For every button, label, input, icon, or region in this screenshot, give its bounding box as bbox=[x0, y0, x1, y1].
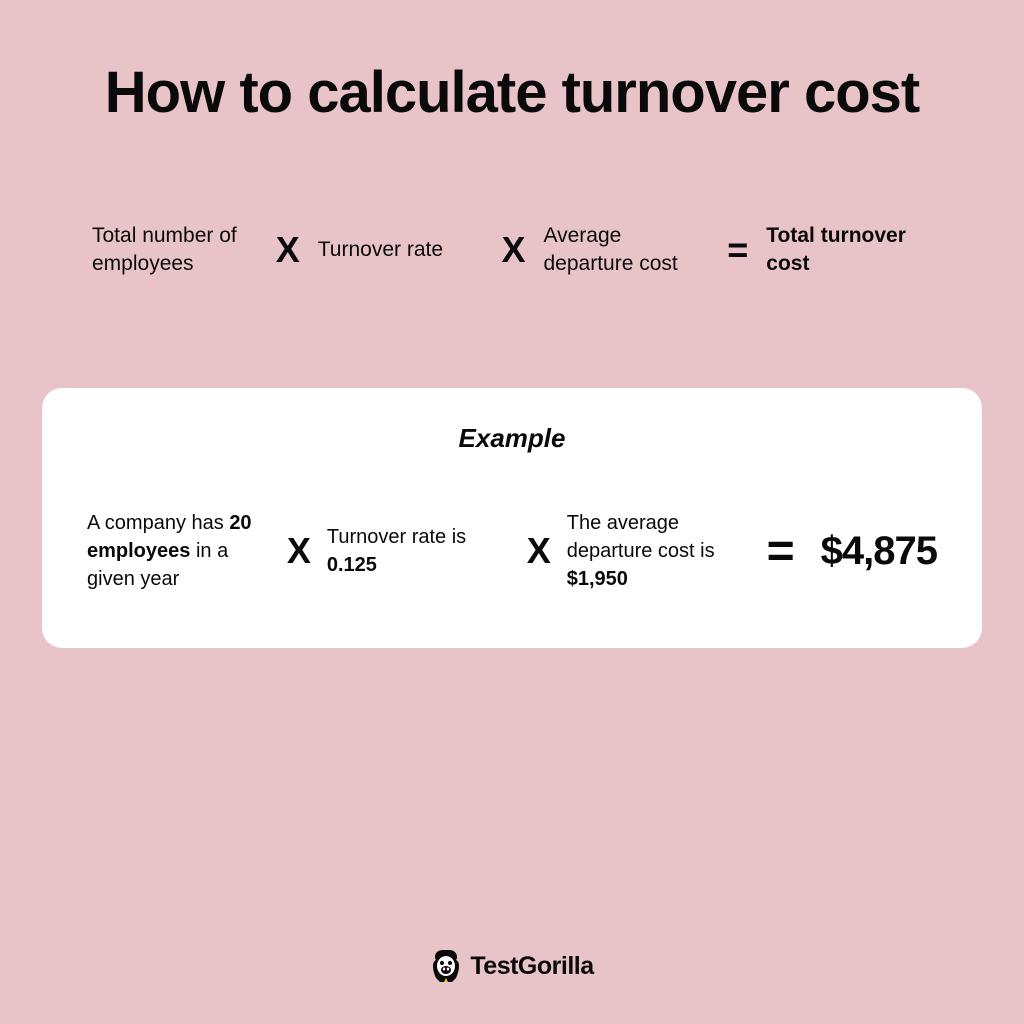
multiply-operator: X bbox=[527, 530, 551, 572]
example-result: $4,875 bbox=[821, 529, 937, 574]
formula-term-turnover-rate: Turnover rate bbox=[318, 236, 484, 264]
example-heading: Example bbox=[72, 423, 952, 454]
formula-row: Total number of employees X Turnover rat… bbox=[62, 222, 962, 279]
gorilla-icon bbox=[430, 948, 462, 984]
multiply-operator: X bbox=[287, 530, 311, 572]
formula-term-employees: Total number of employees bbox=[92, 222, 258, 279]
brand-name: TestGorilla bbox=[470, 952, 593, 981]
brand-logo: TestGorilla bbox=[430, 948, 593, 984]
formula-term-departure-cost: Average departure cost bbox=[544, 222, 710, 279]
example-row: A company has 20 employees in a given ye… bbox=[72, 509, 952, 593]
multiply-operator: X bbox=[276, 229, 300, 271]
formula-result: Total turnover cost bbox=[766, 222, 932, 279]
example-term-cost: The average departure cost is $1,950 bbox=[567, 509, 751, 593]
example-term-employees: A company has 20 employees in a given ye… bbox=[87, 509, 271, 593]
page-title: How to calculate turnover cost bbox=[105, 60, 919, 127]
example-card: Example A company has 20 employees in a … bbox=[42, 388, 982, 648]
example-term-rate: Turnover rate is 0.125 bbox=[327, 523, 511, 579]
equals-operator: = bbox=[727, 229, 748, 271]
equals-operator: = bbox=[767, 524, 795, 579]
multiply-operator: X bbox=[501, 229, 525, 271]
